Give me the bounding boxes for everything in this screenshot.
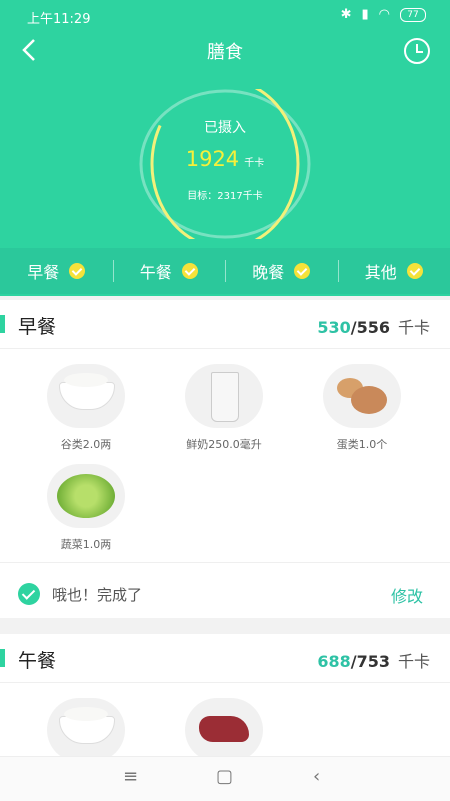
page-title: 膳食 [0,38,450,64]
signal-icon: ▮ [362,7,369,22]
calories-eaten: 530 [317,318,350,337]
tab-lunch[interactable]: 午餐 [113,248,226,294]
food-item[interactable]: 蔬菜1.0两 [26,464,146,552]
food-name: 谷类2.0两 [26,436,146,452]
calories-unit: 千卡 [398,652,430,671]
tab-dinner[interactable]: 晚餐 [225,248,338,294]
meat-icon [185,698,263,759]
food-name: 鲜奶250.0毫升 [164,436,284,452]
wifi-icon: ◠ [379,7,390,22]
intake-goal: 目标：2317千卡 [139,187,311,202]
calories-unit: 千卡 [398,318,430,337]
battery-icon: 77 [400,8,426,22]
lunch-calories: 688/753千卡 [317,648,430,672]
lunch-header: 午餐 688/753千卡 [0,634,450,683]
status-icons: ✱ ▮ ◠ 77 [341,7,426,22]
back-nav-icon[interactable]: ‹ [313,766,320,787]
section-marker [0,315,5,333]
nav-bar: 膳食 [0,32,450,68]
intake-value-row: 1924 千卡 [139,147,311,171]
lettuce-icon [47,464,125,528]
breakfast-card: 早餐 530/556千卡 谷类2.0两 鲜奶250.0毫升 蛋类1.0个 蔬菜1… [0,300,450,618]
intake-value: 1924 [186,147,239,171]
breakfast-header: 早餐 530/556千卡 [0,300,450,349]
food-name: 蛋类1.0个 [302,436,422,452]
food-item[interactable]: 谷类2.0两 [26,364,146,452]
breakfast-title: 早餐 [18,312,56,339]
tab-breakfast[interactable]: 早餐 [0,248,113,294]
rice-bowl-icon [47,698,125,759]
check-icon [294,263,310,279]
tab-label: 早餐 [27,259,59,283]
eggs-icon [323,364,401,428]
milk-glass-icon [185,364,263,428]
intake-label: 已摄入 [139,117,311,137]
bluetooth-icon: ✱ [341,7,352,22]
calories-eaten: 688 [317,652,350,671]
check-circle-icon[interactable] [18,583,40,605]
check-icon [182,263,198,279]
breakfast-calories: 530/556千卡 [317,314,430,338]
meal-tabs: 早餐 午餐 晚餐 其他 [0,248,450,294]
rice-bowl-icon [47,364,125,428]
system-nav-bar: ≡ ▢ ‹ [0,756,450,801]
tab-other[interactable]: 其他 [338,248,450,294]
food-item[interactable]: 蛋类1.0个 [302,364,422,452]
tab-label: 晚餐 [252,259,284,283]
check-icon [407,263,423,279]
menu-icon[interactable]: ≡ [123,766,138,787]
home-icon[interactable]: ▢ [216,766,233,787]
completion-row: 哦也！完成了 修改 [0,562,450,619]
food-item[interactable] [164,698,284,759]
intake-ring: 已摄入 1924 千卡 目标：2317千卡 [139,89,311,239]
status-bar: 上午11:29 ✱ ▮ ◠ 77 [0,0,450,32]
lunch-title: 午餐 [18,646,56,673]
calories-target: 753 [357,652,390,671]
check-icon [69,263,85,279]
lunch-card: 午餐 688/753千卡 [0,634,450,759]
edit-button[interactable]: 修改 [391,583,423,607]
tab-label: 其他 [365,259,397,283]
completion-text: 哦也！完成了 [52,584,142,605]
food-item[interactable]: 鲜奶250.0毫升 [164,364,284,452]
calories-target: 556 [357,318,390,337]
section-marker [0,649,5,667]
history-clock-icon[interactable] [404,38,430,64]
intake-unit: 千卡 [244,158,264,169]
status-time: 上午11:29 [27,8,90,27]
food-item[interactable] [26,698,146,759]
header: 上午11:29 ✱ ▮ ◠ 77 膳食 已摄入 1924 千卡 目标：2317千… [0,0,450,296]
food-name: 蔬菜1.0两 [26,536,146,552]
tab-label: 午餐 [140,259,172,283]
